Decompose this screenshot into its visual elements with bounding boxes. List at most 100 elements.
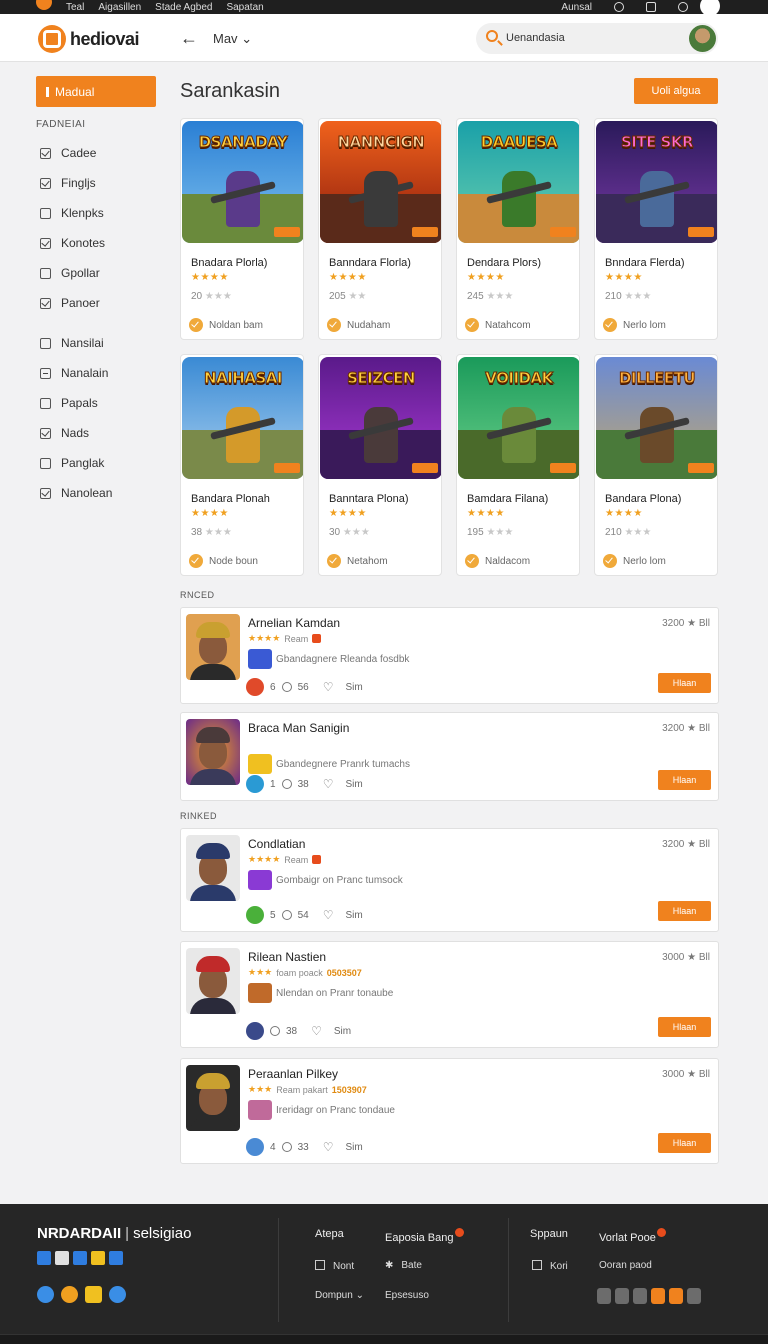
share-label[interactable]: Sim: [345, 910, 362, 921]
filter-row[interactable]: Fingljs: [36, 168, 158, 198]
app-icon[interactable]: [37, 1286, 54, 1303]
mini-avatar-icon[interactable]: [246, 906, 264, 924]
heart-icon[interactable]: ♡: [323, 908, 334, 922]
item-action-button[interactable]: Hlaan: [658, 1133, 711, 1153]
chip-icon[interactable]: [633, 1288, 647, 1304]
game-card[interactable]: NANNCIGN Banndara Florla) ★★★★ 205 ★★ Nudaha…: [318, 118, 442, 340]
filter-row[interactable]: Nads: [36, 418, 158, 448]
nav-menu[interactable]: Mav ⌄: [213, 31, 252, 47]
search-box[interactable]: [476, 23, 718, 54]
game-art-image[interactable]: DAAUESA: [458, 121, 579, 243]
sysbar-account[interactable]: Aunsal: [561, 2, 592, 13]
app-icon[interactable]: [85, 1286, 102, 1303]
filter-row[interactable]: Konotes: [36, 228, 158, 258]
checkbox-icon[interactable]: [40, 297, 51, 309]
heart-icon[interactable]: ♡: [311, 1024, 322, 1038]
app-icon[interactable]: [109, 1286, 126, 1303]
mini-avatar-icon[interactable]: [246, 1022, 264, 1040]
game-publisher[interactable]: Netahom: [327, 554, 388, 568]
list-item[interactable]: Peraanlan Pilkey ★★★ Ream pakart 1503907 Ire…: [180, 1058, 719, 1164]
social-icon[interactable]: [91, 1251, 105, 1265]
mini-avatar-icon[interactable]: [246, 1138, 264, 1156]
game-publisher[interactable]: Naldacom: [465, 554, 530, 568]
app-icon[interactable]: [61, 1286, 78, 1303]
sysbar-item[interactable]: Aigasillen: [98, 2, 141, 13]
chip-icon[interactable]: [651, 1288, 665, 1304]
mini-avatar-icon[interactable]: [246, 678, 264, 696]
filter-row[interactable]: Cadee: [36, 138, 158, 168]
game-card[interactable]: DILLEETU Bandara Plona) ★★★★ 210 ★★★ Nerlo l…: [594, 354, 718, 576]
checkbox-icon[interactable]: [40, 367, 51, 379]
avatar[interactable]: [186, 1065, 240, 1131]
footer-link[interactable]: Vorlat Pooe: [599, 1228, 666, 1244]
game-publisher[interactable]: Node boun: [189, 554, 258, 568]
filter-row[interactable]: Panoer: [36, 288, 158, 318]
social-icon[interactable]: [109, 1251, 123, 1265]
checkbox-icon[interactable]: [40, 457, 51, 469]
footer-link[interactable]: Epsesuso: [385, 1290, 429, 1301]
game-card[interactable]: NAIHASAI Bandara Plonah ★★★★ 38 ★★★ Node bou…: [180, 354, 304, 576]
sysbar-item[interactable]: Stade Agbed: [155, 2, 212, 13]
item-action-button[interactable]: Hlaan: [658, 901, 711, 921]
chip-icon[interactable]: [597, 1288, 611, 1304]
social-icon[interactable]: [55, 1251, 69, 1265]
game-art-image[interactable]: VOIIDAK: [458, 357, 579, 479]
avatar[interactable]: [186, 835, 240, 901]
chip-icon[interactable]: [687, 1288, 701, 1304]
mini-avatar-icon[interactable]: [246, 775, 264, 793]
heart-icon[interactable]: ♡: [323, 777, 334, 791]
filter-row[interactable]: Nanalain: [36, 358, 158, 388]
game-card[interactable]: DSANADAY Bnadara Plorla) ★★★★ 20 ★★★ Noldan …: [180, 118, 304, 340]
game-publisher[interactable]: Nerlo lom: [603, 554, 666, 568]
checkbox-icon[interactable]: [40, 207, 51, 219]
top-action-button[interactable]: Uoli algua: [634, 78, 718, 104]
checkbox-icon[interactable]: [40, 397, 51, 409]
game-art-image[interactable]: NAIHASAI: [182, 357, 303, 479]
game-art-image[interactable]: DSANADAY: [182, 121, 303, 243]
share-label[interactable]: Sim: [334, 1026, 351, 1037]
checkbox-icon[interactable]: [40, 337, 51, 349]
footer-link[interactable]: Ooran paod: [599, 1260, 652, 1271]
filter-row[interactable]: Gpollar: [36, 258, 158, 288]
search-input[interactable]: [506, 29, 656, 47]
game-art-image[interactable]: SEIZCEN: [320, 357, 441, 479]
checkbox-icon[interactable]: [40, 147, 51, 159]
item-action-button[interactable]: Hlaan: [658, 673, 711, 693]
filter-row[interactable]: Klenpks: [36, 198, 158, 228]
checkbox-icon[interactable]: [40, 427, 51, 439]
checkbox-icon[interactable]: [40, 487, 51, 499]
checkbox-icon[interactable]: [40, 267, 51, 279]
sidebar-primary-button[interactable]: Madual: [36, 76, 156, 107]
filter-row[interactable]: Nanolean: [36, 478, 158, 508]
footer-link[interactable]: Atepa: [315, 1228, 344, 1240]
comment-icon[interactable]: [270, 1026, 280, 1036]
back-arrow-icon[interactable]: ←: [180, 28, 198, 49]
share-label[interactable]: Sim: [345, 682, 362, 693]
footer-link[interactable]: Eaposia Bang: [385, 1228, 464, 1244]
item-action-button[interactable]: Hlaan: [658, 770, 711, 790]
comment-icon[interactable]: [281, 910, 292, 920]
game-art-image[interactable]: NANNCIGN: [320, 121, 441, 243]
share-label[interactable]: Sim: [345, 1142, 362, 1153]
checkbox-icon[interactable]: [40, 237, 51, 249]
heart-icon[interactable]: ♡: [323, 680, 334, 694]
footer-link[interactable]: Kori: [532, 1260, 568, 1272]
heart-icon[interactable]: ♡: [323, 1140, 334, 1154]
clock-icon[interactable]: [614, 2, 624, 12]
item-action-button[interactable]: Hlaan: [658, 1017, 711, 1037]
footer-link[interactable]: Dompun ⌄: [315, 1290, 364, 1301]
chip-icon[interactable]: [615, 1288, 629, 1304]
share-label[interactable]: Sim: [345, 779, 362, 790]
list-item[interactable]: Condlatian ★★★★ Ream Gombaigr on Pranc tums…: [180, 828, 719, 932]
footer-link[interactable]: Sppaun: [530, 1228, 568, 1240]
filter-row[interactable]: Nansilai: [36, 328, 158, 358]
game-art-image[interactable]: DILLEETU: [596, 357, 717, 479]
user-avatar[interactable]: [689, 25, 716, 52]
game-card[interactable]: VOIIDAK Bamdara Filana) ★★★★ 195 ★★★ Naldaco…: [456, 354, 580, 576]
game-card[interactable]: SITE SKR Bnndara Flerda) ★★★★ 210 ★★★ Nerlo …: [594, 118, 718, 340]
avatar[interactable]: [186, 614, 240, 680]
list-item[interactable]: Rilean Nastien ★★★ foam poack 0503507 Nlenda…: [180, 941, 719, 1048]
sysbar-item[interactable]: Sapatan: [226, 2, 263, 13]
checkbox-icon[interactable]: [40, 177, 51, 189]
sysbar-item[interactable]: Teal: [66, 2, 84, 13]
